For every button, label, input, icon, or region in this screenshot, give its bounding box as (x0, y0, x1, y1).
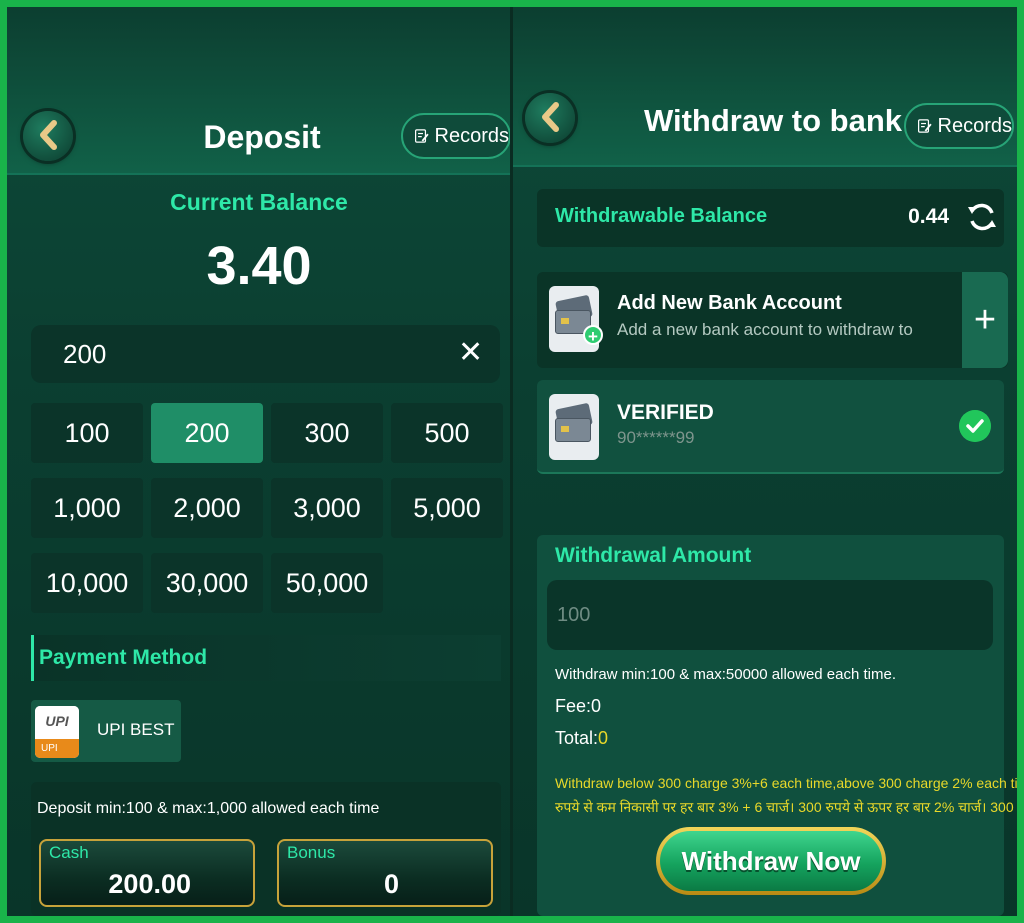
bonus-label: Bonus (287, 843, 336, 862)
records-icon (415, 129, 429, 143)
screenshot-frame: Deposit Records Current Balance 3.40 200… (0, 0, 1024, 923)
amount-option[interactable]: 5,000 (391, 478, 503, 538)
withdrawal-amount-input[interactable]: 100 (547, 580, 993, 650)
chevron-left-icon (542, 102, 559, 132)
upi-logo: UPI UPI (35, 706, 79, 758)
deposit-panel: Deposit Records Current Balance 3.40 200… (7, 7, 511, 916)
records-button[interactable]: Records (401, 113, 511, 159)
cash-box: Cash 200.00 (39, 839, 255, 907)
chevron-left-icon (40, 120, 57, 150)
withdrawable-balance-card: Withdrawable Balance 0.44 (537, 189, 1004, 247)
amount-option[interactable]: 2,000 (151, 478, 263, 538)
bank-card-icon (549, 394, 599, 460)
deposit-amount-value: 200 (63, 338, 107, 369)
records-label: Records (937, 114, 1012, 137)
bonus-value: 0 (383, 869, 399, 899)
amount-option[interactable]: 100 (31, 403, 143, 463)
amount-option[interactable]: 50,000 (271, 553, 383, 613)
plus-icon[interactable]: + (962, 272, 1008, 368)
amount-option-selected[interactable]: 200 (151, 403, 263, 463)
add-badge-icon: + (583, 325, 603, 346)
amount-option[interactable]: 1,000 (31, 478, 143, 538)
amount-option[interactable]: 300 (271, 403, 383, 463)
deposit-limits-note: Deposit min:100 & max:1,000 allowed each… (37, 800, 380, 817)
add-bank-title: Add New Bank Account (617, 292, 842, 314)
amount-option[interactable]: 3,000 (271, 478, 383, 538)
verified-title: VERIFIED (617, 401, 714, 424)
cash-value: 200.00 (108, 869, 191, 899)
payment-option-upi[interactable]: UPI UPI UPI BEST (31, 700, 181, 762)
withdraw-panel: Withdraw to bank Records Withdrawable Ba… (513, 7, 1017, 916)
withdraw-limits-note: Withdraw min:100 & max:50000 allowed eac… (555, 666, 897, 683)
page-title: Deposit (203, 119, 321, 155)
fee-value: 0 (591, 696, 602, 716)
add-bank-account[interactable]: + Add New Bank Account Add a new bank ac… (537, 272, 1008, 368)
withdrawable-balance-value: 0.44 (908, 205, 949, 228)
amount-option[interactable]: 500 (391, 403, 503, 463)
refresh-icon[interactable] (964, 199, 1000, 235)
add-bank-subtitle: Add a new bank account to withdraw to (617, 320, 913, 339)
charge-note-english: Withdraw below 300 charge 3%+6 each time… (555, 775, 1017, 791)
close-icon[interactable]: ✕ (458, 338, 483, 368)
total-value: 0 (598, 728, 609, 748)
withdraw-now-label: Withdraw Now (660, 831, 882, 891)
records-icon (918, 119, 932, 133)
checkmark-icon (959, 410, 991, 442)
amount-option[interactable]: 10,000 (31, 553, 143, 613)
withdrawal-amount-label: Withdrawal Amount (555, 544, 752, 567)
deposit-summary: Deposit min:100 & max:1,000 allowed each… (31, 782, 501, 916)
verified-bank-account[interactable]: VERIFIED 90******99 (537, 380, 1004, 474)
amount-options: 100 200 300 500 1,000 2,000 3,000 5,000 … (31, 403, 503, 613)
fee-line: Fee:0 (555, 696, 601, 717)
page-title: Withdraw to bank (643, 103, 903, 138)
withdraw-now-button[interactable]: Withdraw Now (656, 827, 886, 895)
records-button[interactable]: Records (904, 103, 1014, 149)
withdrawal-amount-placeholder: 100 (557, 603, 591, 626)
bonus-box: Bonus 0 (277, 839, 493, 907)
current-balance-label: Current Balance (170, 189, 348, 215)
records-label: Records (434, 124, 509, 147)
withdraw-header: Withdraw to bank Records (513, 7, 1017, 167)
withdrawable-balance-label: Withdrawable Balance (555, 205, 768, 227)
charge-note-hindi: रुपये से कम निकासी पर हर बार 3% + 6 चार्… (555, 799, 1014, 815)
deposit-amount-input[interactable]: 200 ✕ (31, 325, 500, 383)
verified-account-number: 90******99 (617, 428, 695, 447)
back-button[interactable] (23, 111, 73, 161)
fee-label: Fee: (555, 696, 592, 716)
cash-label: Cash (49, 843, 89, 862)
upi-logo-text: UPI (35, 706, 79, 739)
total-label: Total: (555, 728, 599, 748)
deposit-header: Deposit Records (7, 7, 511, 175)
payment-option-label: UPI BEST (97, 720, 175, 739)
amount-option[interactable]: 30,000 (151, 553, 263, 613)
upi-logo-band: UPI (35, 739, 79, 758)
payment-method-heading: Payment Method (31, 635, 501, 681)
current-balance-value: 3.40 (206, 236, 312, 296)
back-button[interactable] (525, 93, 575, 143)
total-line: Total:0 (555, 728, 608, 749)
